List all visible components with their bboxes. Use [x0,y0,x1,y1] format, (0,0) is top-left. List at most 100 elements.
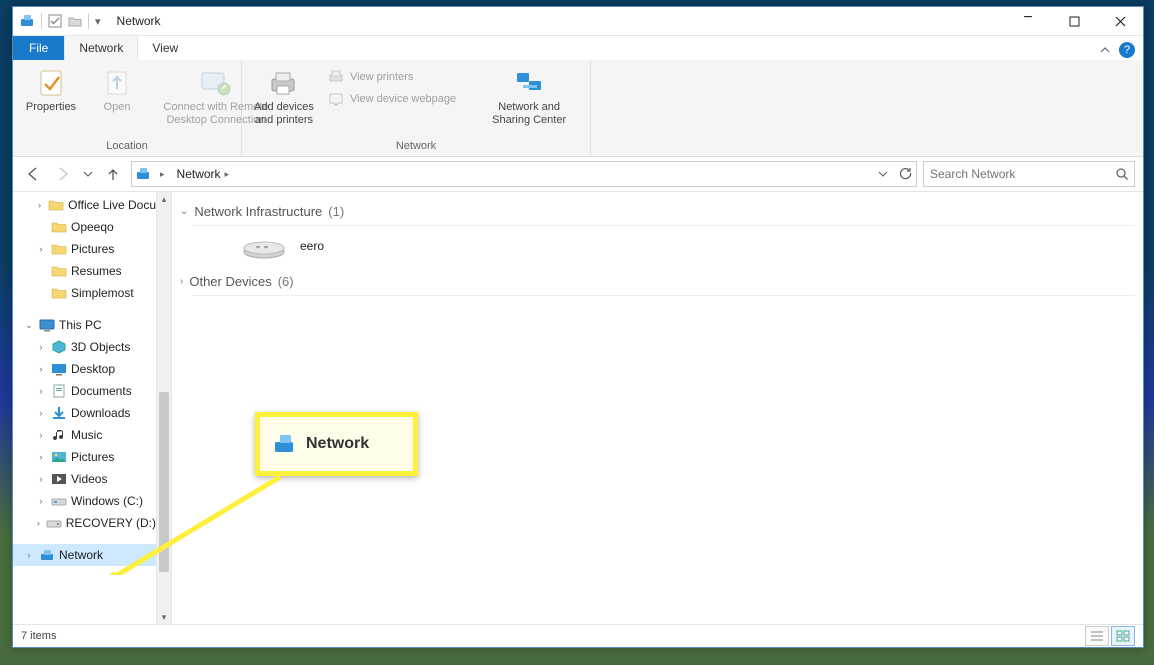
tree-item[interactable]: Simplemost [13,282,156,304]
tree-item-network[interactable]: ›Network [13,544,156,566]
status-bar: 7 items [13,624,1143,647]
downloads-icon [51,405,67,421]
router-icon [240,232,288,260]
annotation-callout: Network [255,412,418,476]
search-input[interactable] [924,167,1110,181]
view-webpage-button[interactable]: View device webpage [322,89,462,109]
drive-icon [46,515,62,531]
tree-scrollbar[interactable]: ▴ ▾ [156,192,171,624]
tree-item[interactable]: ›3D Objects [13,336,156,358]
expander-icon[interactable]: › [23,550,35,560]
expander-icon[interactable]: › [35,518,42,528]
expander-icon[interactable]: › [35,474,47,484]
chevron-down-icon [83,169,93,179]
sharing-center-button[interactable]: Network and Sharing Center [486,63,572,128]
search-box[interactable] [923,161,1135,187]
tree-item[interactable]: ›Pictures [13,446,156,468]
expander-icon[interactable]: › [35,430,47,440]
arrow-right-icon [55,166,71,182]
desktop-icon [51,361,67,377]
scroll-thumb[interactable] [159,392,169,572]
add-devices-button[interactable]: Add devices and printers [248,63,320,128]
view-printers-button[interactable]: View printers [322,67,462,87]
tab-view[interactable]: View [138,36,192,60]
tree-item[interactable]: Opeeqo [13,216,156,238]
title-bar: ▾ Network − [13,7,1143,36]
tree-item[interactable]: ›RECOVERY (D:) [13,512,156,534]
scroll-up-button[interactable]: ▴ [157,192,171,206]
scroll-down-button[interactable]: ▾ [157,610,171,624]
tree-item[interactable]: ›Music [13,424,156,446]
expander-icon[interactable]: › [35,408,47,418]
address-bar[interactable]: ▸ Network ▸ [131,161,917,187]
forward-button[interactable] [51,162,75,186]
up-button[interactable] [101,162,125,186]
details-view-icon [1090,630,1104,642]
tree-item[interactable]: Resumes [13,260,156,282]
folder-icon [48,197,64,213]
arrow-left-icon [25,166,41,182]
expander-icon[interactable]: › [35,364,47,374]
close-button[interactable] [1097,7,1143,35]
breadcrumb-network[interactable]: Network ▸ [171,162,236,186]
folder-icon [51,219,67,235]
recent-locations-button[interactable] [81,162,95,186]
minimize-button[interactable]: − [1005,7,1051,35]
content-pane[interactable]: ⌄ Network Infrastructure (1) eero › Othe… [172,192,1143,624]
expander-icon[interactable]: › [35,496,47,506]
printer-add-icon [268,67,300,99]
close-icon [1115,16,1126,27]
tree-item[interactable]: ›Downloads [13,402,156,424]
chevron-right-icon: ▸ [225,169,230,180]
expander-icon[interactable]: › [35,386,47,396]
back-button[interactable] [21,162,45,186]
separator [41,13,42,29]
qat-item-icon[interactable] [48,14,62,28]
category-other-devices[interactable]: › Other Devices (6) [180,274,1135,289]
status-item-count: 7 items [21,630,56,642]
expander-icon[interactable]: › [35,200,44,210]
tree-item[interactable]: ›Office Live Docu [13,194,156,216]
tree-item[interactable]: ›Windows (C:) [13,490,156,512]
expander-icon[interactable]: ⌄ [23,320,35,331]
folder-icon[interactable] [68,14,82,28]
folder-icon [51,285,67,301]
device-eero[interactable]: eero [240,232,1135,260]
properties-button[interactable]: Properties [19,63,83,116]
breadcrumb-root[interactable]: ▸ [154,162,171,186]
tree-item-thispc[interactable]: ⌄This PC [13,314,156,336]
computer-icon [39,317,55,333]
tiles-view-icon [1116,630,1130,642]
file-menu[interactable]: File [13,36,64,60]
network-icon [132,166,154,182]
search-button[interactable] [1110,163,1134,185]
network-icon [39,547,55,563]
ribbon: Properties Open Connect with Remote Desk… [13,60,1143,157]
printer-icon [328,69,344,85]
tree-item[interactable]: ›Pictures [13,238,156,260]
tree-item[interactable]: ›Desktop [13,358,156,380]
open-button[interactable]: Open [85,63,149,116]
help-button[interactable]: ? [1119,42,1135,58]
ribbon-group-network: Add devices and printers View printers V… [242,60,591,156]
view-tiles-button[interactable] [1111,626,1135,646]
expander-icon[interactable]: › [35,452,47,462]
address-dropdown-button[interactable] [872,163,894,185]
expander-icon[interactable]: › [35,244,47,254]
network-icon [272,433,296,455]
tree[interactable]: ›Office Live Docu Opeeqo ›Pictures Resum… [13,192,156,624]
maximize-button[interactable] [1051,7,1097,35]
category-infrastructure[interactable]: ⌄ Network Infrastructure (1) [180,204,1135,219]
device-webpage-icon [328,91,344,107]
refresh-button[interactable] [894,163,916,185]
tab-network[interactable]: Network [64,35,138,60]
qat-overflow-icon[interactable]: ▾ [95,15,101,28]
expander-icon[interactable]: › [35,342,47,352]
view-details-button[interactable] [1085,626,1109,646]
chevron-up-icon [1099,44,1111,56]
maximize-icon [1069,16,1080,27]
tree-item[interactable]: ›Documents [13,380,156,402]
remote-desktop-icon [200,67,232,99]
tree-item[interactable]: ›Videos [13,468,156,490]
collapse-ribbon-button[interactable] [1091,40,1119,60]
